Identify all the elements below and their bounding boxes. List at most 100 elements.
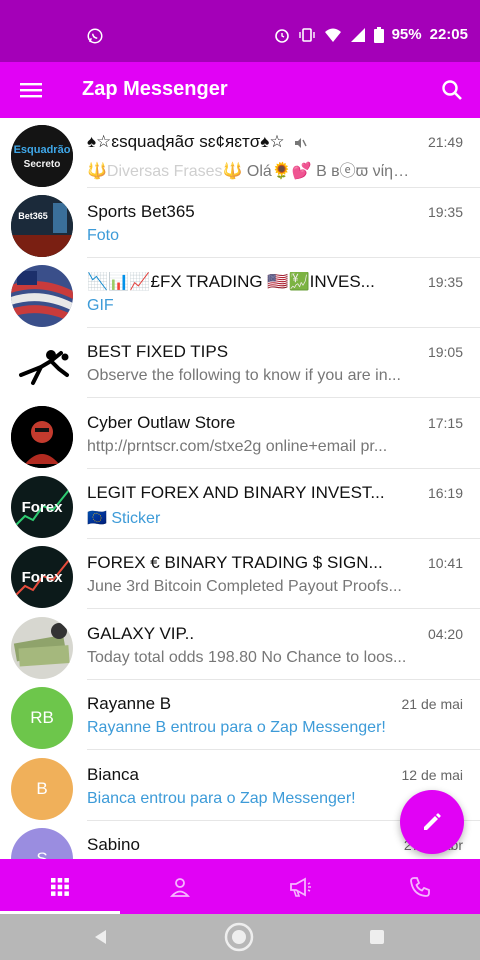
chat-name: BEST FIXED TIPS [87, 342, 229, 361]
bottom-navigation [0, 859, 480, 914]
chat-last-message: Today total odds 198.80 No Chance to loo… [87, 649, 407, 666]
avatar: Forex [11, 476, 73, 538]
muted-icon [295, 137, 307, 148]
bet365-avatar-image: Bet365 [11, 195, 73, 257]
chat-item[interactable]: 📉📊📈£FX TRADING 🇺🇸💹INVES... 19:35 GIF [0, 258, 480, 328]
chat-item[interactable]: Esquadrão Secreto ♠☆ɛsquaɖяãσ sɛ¢яɛтσ♠☆ … [0, 118, 480, 188]
channels-megaphone-icon [290, 876, 311, 897]
avatar: RB [11, 687, 73, 749]
hamburger-menu-icon[interactable] [20, 80, 44, 100]
app-title: Zap Messenger [82, 78, 228, 100]
message-text: Olá🌻💕 B ʙⓔϖ νίη… [246, 163, 410, 180]
battery-percent: 95% [391, 26, 422, 43]
pencil-icon [424, 813, 441, 830]
chat-name: Cyber Outlaw Store [87, 413, 236, 432]
chat-item[interactable]: GALAXY VIP.. 04:20 Today total odds 198.… [0, 610, 480, 680]
avatar: Forex [11, 546, 73, 608]
chat-name: Sabino [87, 835, 140, 854]
tab-calls[interactable] [360, 859, 480, 914]
chat-name: FOREX € BINARY TRADING $ SIGN... [87, 553, 383, 572]
avatar-text-forex: Forex [22, 499, 64, 516]
message-prefix: 🔱Diversas Frases🔱 [87, 163, 243, 180]
chat-last-message: GIF [87, 297, 114, 314]
chat-name: LEGIT FOREX AND BINARY INVEST... [87, 483, 385, 502]
search-icon[interactable] [440, 78, 464, 102]
chat-last-message: 🔱Diversas Frases🔱 Olá🌻💕 B ʙⓔϖ νίη… [87, 157, 457, 181]
avatar: S [11, 828, 73, 859]
chat-time: 19:05 [427, 344, 463, 360]
chat-item[interactable]: Cyber Outlaw Store 17:15 http://prntscr.… [0, 399, 480, 469]
chat-last-message: Bianca entrou para o Zap Messenger! [87, 790, 356, 807]
chat-last-message: Foto [87, 227, 120, 244]
row-divider [87, 608, 480, 609]
avatar: Esquadrão Secreto [11, 125, 73, 187]
chat-item[interactable]: Forex LEGIT FOREX AND BINARY INVEST... 1… [0, 469, 480, 539]
app-bar: Zap Messenger [0, 62, 480, 118]
status-bar: 95% 22:05 [0, 0, 480, 62]
avatar [11, 265, 73, 327]
system-navigation-bar [0, 914, 480, 960]
home-button[interactable] [224, 922, 254, 952]
chat-name: Bianca [87, 765, 139, 784]
chat-last-message: http://prntscr.com/stxe2g online+email p… [87, 438, 388, 455]
avatar [11, 617, 73, 679]
avatar: B [11, 758, 73, 820]
chats-grid-icon [51, 877, 69, 896]
chat-time: 04:20 [427, 626, 463, 642]
outlaw-avatar-image [11, 406, 73, 468]
chat-time: 10:41 [427, 555, 463, 571]
chat-item[interactable]: Bet365 Sports Bet365 19:35 Foto [0, 188, 480, 258]
chat-last-message: June 3rd Bitcoin Completed Payout Proofs… [87, 578, 402, 595]
contacts-icon [169, 877, 191, 897]
chat-time: 21:49 [427, 134, 463, 150]
money-avatar-image [11, 617, 73, 679]
tab-channels[interactable] [240, 859, 360, 914]
chat-time: 17:15 [427, 415, 463, 431]
chat-name: Sports Bet365 [87, 202, 195, 221]
soccer-player-avatar-image [11, 335, 73, 397]
forex-avatar-image: Forex [11, 476, 73, 538]
chat-name: 📉📊📈£FX TRADING 🇺🇸💹INVES... [87, 272, 375, 291]
recents-square-icon [370, 930, 384, 944]
avatar-text-bet365: Bet365 [18, 211, 48, 221]
chat-last-message: 🇪🇺 Sticker [87, 510, 161, 527]
tab-chats[interactable] [0, 859, 120, 914]
chat-item[interactable]: Forex FOREX € BINARY TRADING $ SIGN... 1… [0, 539, 480, 609]
chat-time: 12 de mai [401, 767, 463, 783]
chat-list[interactable]: Esquadrão Secreto ♠☆ɛsquaɖяãσ sɛ¢яɛтσ♠☆ … [0, 118, 480, 859]
avatar-text-forex: Forex [22, 569, 64, 586]
chat-last-message: Rayanne B entrou para o Zap Messenger! [87, 719, 386, 736]
chat-time: 21 de mai [401, 696, 463, 712]
back-button[interactable] [86, 922, 116, 952]
chat-name: GALAXY VIP.. [87, 624, 195, 643]
vibrate-icon [298, 27, 315, 42]
avatar-text-line1: Esquadrão [14, 144, 71, 156]
tab-contacts[interactable] [120, 859, 240, 914]
whatsapp-icon [87, 28, 103, 44]
flag-avatar-image [11, 265, 73, 327]
avatar-text-line2: Secreto [24, 159, 61, 170]
row-divider [87, 749, 480, 750]
chat-time: 16:19 [427, 485, 463, 501]
forex-avatar-image: Forex [11, 546, 73, 608]
avatar [11, 406, 73, 468]
recents-button[interactable] [362, 922, 392, 952]
alarm-icon [274, 28, 289, 43]
chat-name: ♠☆ɛsquaɖяãσ sɛ¢яɛтσ♠☆ [87, 132, 405, 152]
back-triangle-icon [95, 930, 106, 944]
esquadrao-avatar-image: Esquadrão Secreto [11, 125, 73, 187]
home-circle-icon [224, 922, 254, 952]
chat-last-message: Observe the following to know if you are… [87, 367, 401, 384]
compose-button[interactable] [400, 790, 464, 854]
signal-icon [350, 27, 365, 42]
calls-phone-icon [410, 876, 430, 897]
row-divider [87, 397, 480, 398]
chat-item[interactable]: BEST FIXED TIPS 19:05 Observe the follow… [0, 328, 480, 398]
wifi-icon [324, 28, 341, 42]
avatar [11, 335, 73, 397]
chat-item[interactable]: RB Rayanne B 21 de mai Rayanne B entrou … [0, 680, 480, 750]
battery-icon [373, 26, 384, 43]
chat-name: Rayanne B [87, 694, 172, 713]
chat-time: 19:35 [427, 204, 463, 220]
clock: 22:05 [429, 26, 468, 43]
